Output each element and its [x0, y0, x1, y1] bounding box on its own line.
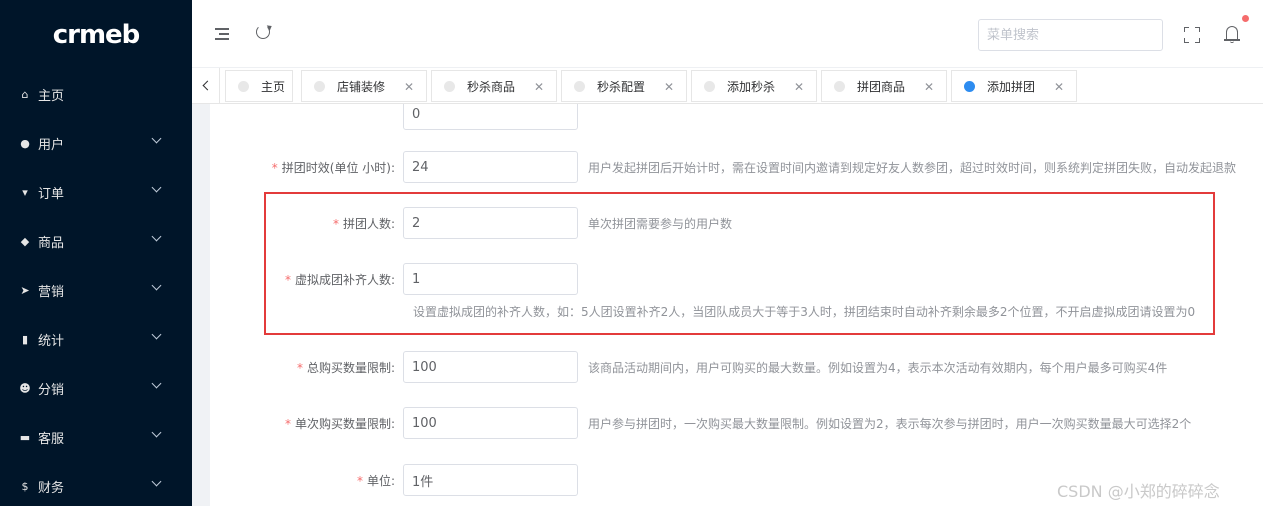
user-icon: ●: [20, 137, 30, 150]
close-icon[interactable]: ✕: [404, 80, 414, 94]
tab-label: 秒杀商品: [467, 79, 516, 94]
sidebar-item-6[interactable]: ☻ 分销: [0, 364, 192, 413]
virtual-hint: 设置虚拟成团的补齐人数，如：5人团设置补齐2人，当团队成员大于等于3人时，拼团结…: [413, 305, 1196, 319]
sidebar-item-7[interactable]: ▬ 客服: [0, 413, 192, 462]
chevron-down-icon: [151, 133, 162, 144]
virtual-label: * 虚拟成团补齐人数:: [284, 273, 395, 287]
close-icon[interactable]: ✕: [924, 80, 934, 94]
virtual-input[interactable]: [403, 263, 578, 295]
bag-icon: ◆: [20, 235, 30, 248]
refresh-icon[interactable]: [256, 25, 270, 39]
sidebar-item-label: 商品: [38, 236, 65, 251]
tab-label: 添加秒杀: [727, 79, 776, 94]
sidebar-item-8[interactable]: $ 财务: [0, 462, 192, 506]
logo-text: crmeb: [52, 20, 141, 50]
sidebar-item-5[interactable]: ▮ 统计: [0, 315, 192, 364]
people-label: * 拼团人数:: [332, 217, 395, 231]
tab-label: 秒杀配置: [597, 79, 646, 94]
chevron-down-icon: [151, 476, 162, 487]
duration-hint: 用户发起拼团后开始计时，需在设置时间内邀请到规定好友人数参团，超过时效时间，则系…: [588, 161, 1237, 175]
sidebar-item-3[interactable]: ◆ 商品: [0, 217, 192, 266]
tab-status-dot: [704, 80, 715, 92]
field-top-input[interactable]: [403, 104, 578, 130]
sidebar: crmeb ⌂ 主页 ● 用户 ▾ 订单 ◆ 商品 ➤ 营销 ▮ 统计 ☻ 分销 ▬ 客服 $ 财务: [0, 0, 192, 506]
total-limit-input[interactable]: [403, 351, 578, 383]
sidebar-item-label: 订单: [38, 187, 65, 202]
sidebar-item-label: 主页: [38, 89, 65, 104]
cart-icon: ▾: [22, 186, 28, 199]
duration-label: * 拼团时效(单位 小时):: [271, 161, 395, 175]
tab-status-dot: [238, 80, 249, 92]
tab-status-dot: [964, 80, 975, 92]
sidebar-item-label: 财务: [38, 481, 65, 496]
bell-icon[interactable]: [1224, 24, 1240, 44]
tab-5[interactable]: 拼团商品 ✕: [821, 70, 947, 102]
tab-3[interactable]: 秒杀配置 ✕: [561, 70, 687, 102]
sidebar-item-label: 客服: [38, 432, 65, 447]
chevron-down-icon: [151, 182, 162, 193]
tab-status-dot: [574, 80, 585, 92]
tab-status-dot: [834, 80, 845, 92]
unit-input[interactable]: [403, 464, 578, 496]
close-icon[interactable]: ✕: [794, 80, 804, 94]
header: [192, 0, 1263, 68]
sidebar-item-0[interactable]: ⌂ 主页: [0, 70, 192, 119]
close-icon[interactable]: ✕: [664, 80, 674, 94]
chevron-down-icon: [151, 378, 162, 389]
tab-label: 主页: [261, 79, 286, 94]
tab-label: 拼团商品: [857, 79, 906, 94]
tab-1[interactable]: 店铺装修 ✕: [301, 70, 427, 102]
chevron-down-icon: [151, 231, 162, 242]
logo[interactable]: crmeb: [0, 0, 192, 70]
fullscreen-icon[interactable]: [1184, 27, 1200, 43]
sidebar-item-2[interactable]: ▾ 订单: [0, 168, 192, 217]
tab-status-dot: [314, 80, 325, 92]
send-icon: ➤: [20, 284, 30, 297]
chat-icon: ▬: [19, 431, 31, 444]
tabs-bar: 主页 店铺装修 ✕ 秒杀商品 ✕ 秒杀配置 ✕ 添加秒杀 ✕ 拼团商品 ✕ 添加拼团 ✕: [192, 68, 1263, 104]
chevron-down-icon: [151, 427, 162, 438]
dollar-icon: $: [21, 480, 29, 493]
total-limit-label: * 总购买数量限制:: [296, 361, 395, 375]
tabs-prev-icon[interactable]: [192, 68, 220, 104]
sidebar-item-label: 营销: [38, 285, 65, 300]
chevron-down-icon: [151, 280, 162, 291]
sidebar-menu: ⌂ 主页 ● 用户 ▾ 订单 ◆ 商品 ➤ 营销 ▮ 统计 ☻ 分销 ▬ 客服 $ 财务: [0, 70, 192, 506]
tab-status-dot: [444, 80, 455, 92]
notification-dot: [1242, 15, 1249, 22]
collapse-menu-icon[interactable]: [215, 28, 229, 40]
tab-6[interactable]: 添加拼团 ✕: [951, 70, 1077, 102]
chevron-down-icon: [151, 329, 162, 340]
unit-label: * 单位:: [356, 474, 395, 488]
menu-search-input[interactable]: [978, 19, 1163, 51]
tab-0[interactable]: 主页: [225, 70, 293, 102]
team-icon: ☻: [19, 382, 31, 395]
tab-4[interactable]: 添加秒杀 ✕: [691, 70, 817, 102]
tab-2[interactable]: 秒杀商品 ✕: [431, 70, 557, 102]
tab-label: 店铺装修: [337, 79, 386, 94]
sidebar-item-label: 分销: [38, 383, 65, 398]
tab-label: 添加拼团: [987, 79, 1036, 94]
watermark: CSDN @小郑的碎碎念: [1057, 482, 1220, 501]
single-limit-hint: 用户参与拼团时，一次购买最大数量限制。例如设置为2，表示每次参与拼团时，用户一次…: [588, 417, 1192, 431]
sidebar-item-label: 统计: [38, 334, 65, 349]
people-hint: 单次拼团需要参与的用户数: [588, 217, 733, 231]
total-limit-hint: 该商品活动期间内，用户可购买的最大数量。例如设置为4，表示本次活动有效期内，每个…: [588, 361, 1168, 375]
bar-chart-icon: ▮: [21, 333, 29, 346]
close-icon[interactable]: ✕: [1054, 80, 1064, 94]
form-content: *拼团时效(单位 小时): 用户发起拼团后开始计时，需在设置时间内邀请到规定好友…: [210, 104, 1263, 506]
single-limit-input[interactable]: [403, 407, 578, 439]
close-icon[interactable]: ✕: [534, 80, 544, 94]
home-icon: ⌂: [21, 88, 29, 101]
people-input[interactable]: [403, 207, 578, 239]
sidebar-item-1[interactable]: ● 用户: [0, 119, 192, 168]
sidebar-item-label: 用户: [38, 138, 65, 153]
single-limit-label: * 单次购买数量限制:: [284, 417, 395, 431]
sidebar-item-4[interactable]: ➤ 营销: [0, 266, 192, 315]
duration-input[interactable]: [403, 151, 578, 183]
